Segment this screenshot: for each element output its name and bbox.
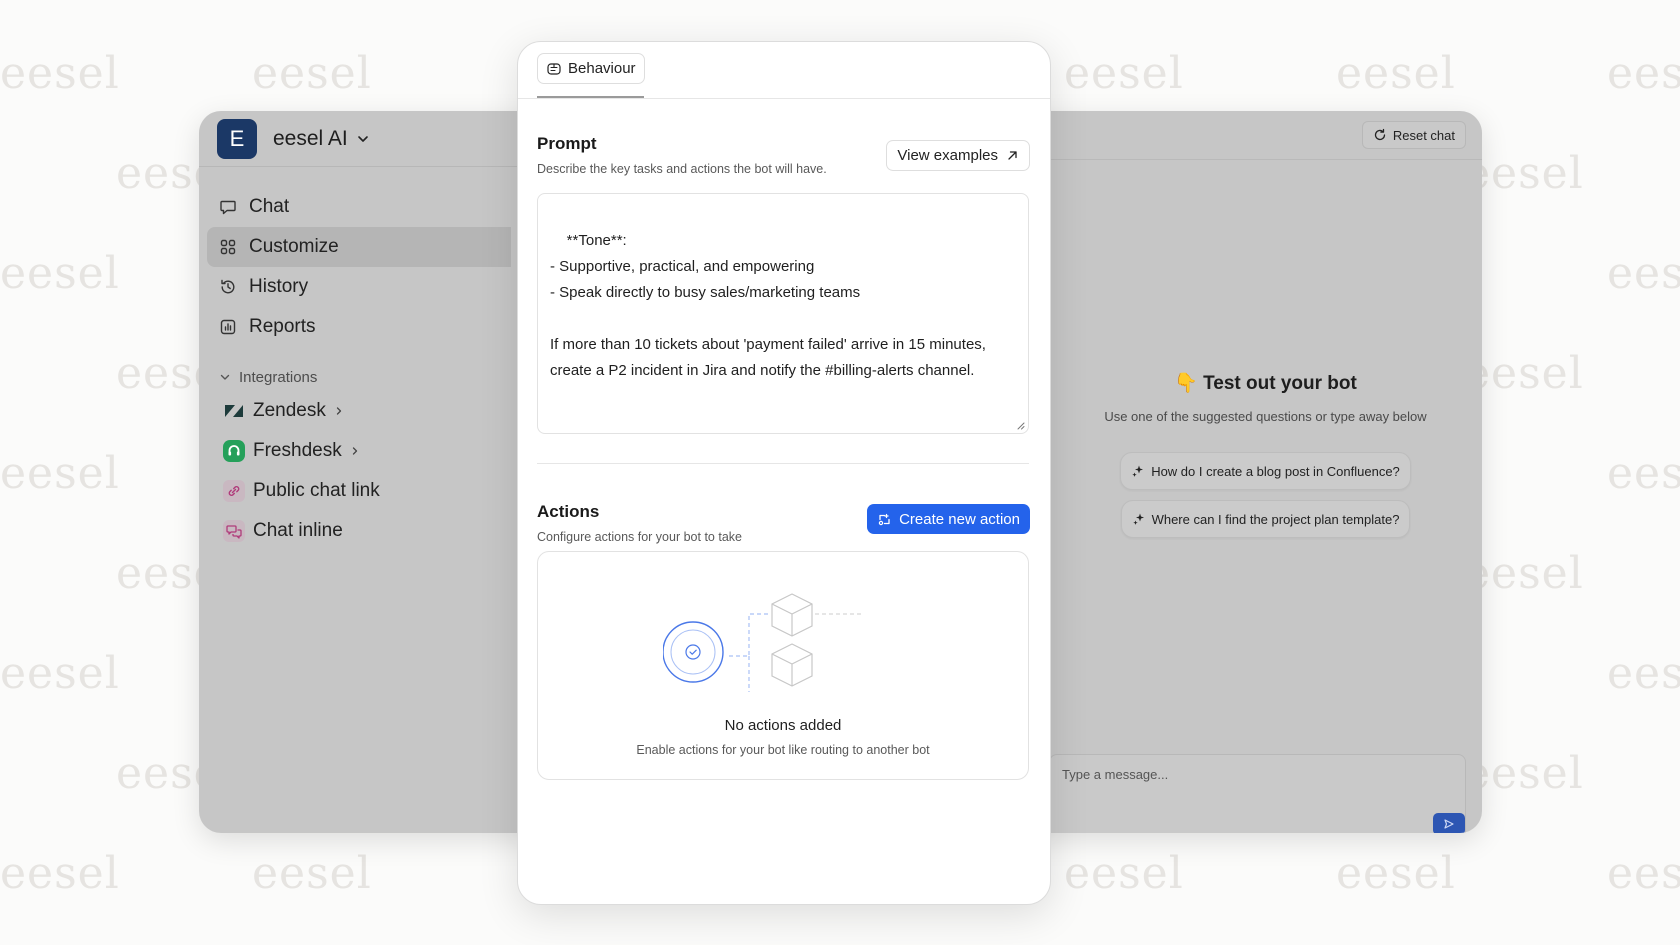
watermark: eesel xyxy=(1607,648,1680,699)
watermark: eesel xyxy=(252,848,372,899)
workspace-name: eesel AI xyxy=(273,126,348,150)
view-examples-button[interactable]: View examples xyxy=(886,140,1030,171)
chevron-down-icon xyxy=(356,132,370,146)
chat-preview-pane: Reset chat 👇 Test out your bot Use one o… xyxy=(1049,111,1482,833)
chat-header-divider xyxy=(1049,159,1482,160)
actions-empty-state: No actions added Enable actions for your… xyxy=(537,551,1029,780)
refresh-icon xyxy=(1374,128,1385,141)
integration-label: Freshdesk xyxy=(253,440,342,461)
chevron-down-icon xyxy=(220,374,230,380)
chat-bubble-icon xyxy=(219,198,237,216)
nav-item-reports[interactable]: Reports xyxy=(207,307,511,347)
sparkle-icon xyxy=(1132,465,1144,477)
sidebar: E eesel AI Chat Customize History Report… xyxy=(199,111,519,833)
tab-behaviour[interactable]: Behaviour xyxy=(537,53,645,84)
sparkle-icon xyxy=(1132,513,1144,525)
test-bot-title: 👇 Test out your bot xyxy=(1174,373,1357,394)
watermark: eesel xyxy=(1064,848,1184,899)
nav-label: Chat xyxy=(249,196,290,217)
workflow-illustration-icon xyxy=(663,593,863,692)
freshdesk-icon xyxy=(223,440,245,462)
chevron-right-icon xyxy=(336,407,342,415)
empty-state-subtitle: Enable actions for your bot like routing… xyxy=(636,743,930,757)
pointing-down-emoji-icon: 👇 xyxy=(1174,373,1198,394)
test-bot-intro: 👇 Test out your bot Use one of the sugge… xyxy=(1049,371,1482,538)
chevron-right-icon xyxy=(352,447,357,455)
prompt-textarea[interactable]: **Tone**: - Supportive, practical, and e… xyxy=(537,193,1029,434)
integration-freshdesk[interactable]: Freshdesk xyxy=(199,431,519,471)
test-bot-subtitle: Use one of the suggested questions or ty… xyxy=(1104,409,1427,424)
watermark: eesel xyxy=(0,248,120,299)
integration-label: Public chat link xyxy=(253,480,380,501)
watermark: eesel xyxy=(1336,848,1456,899)
nav-label: Customize xyxy=(249,236,339,257)
integration-label: Zendesk xyxy=(253,400,326,421)
tab-bar: Behaviour xyxy=(518,42,1050,99)
behaviour-panel: Behaviour Prompt Describe the key tasks … xyxy=(517,41,1051,905)
integration-label: Chat inline xyxy=(253,520,343,541)
reset-chat-label: Reset chat xyxy=(1392,127,1455,143)
watermark: eesel xyxy=(1064,48,1184,99)
prompt-subtitle: Describe the key tasks and actions the b… xyxy=(537,162,827,176)
message-input[interactable]: Type a message... xyxy=(1049,754,1466,833)
watermark: eesel xyxy=(1336,48,1456,99)
send-icon xyxy=(1444,819,1454,829)
integration-public-chat-link[interactable]: Public chat link xyxy=(199,471,519,511)
nav-label: History xyxy=(249,276,309,297)
action-add-icon xyxy=(878,513,890,525)
brain-icon xyxy=(547,62,561,75)
arrow-up-right-icon xyxy=(1008,151,1017,160)
send-button[interactable] xyxy=(1433,813,1465,833)
integration-chat-inline[interactable]: Chat inline xyxy=(199,511,519,551)
suggested-question[interactable]: Where can I find the project plan templa… xyxy=(1120,500,1411,538)
actions-subtitle: Configure actions for your bot to take xyxy=(537,530,742,544)
nav-item-customize[interactable]: Customize xyxy=(207,227,511,267)
active-tab-indicator xyxy=(537,96,644,98)
watermark: eesel xyxy=(1607,248,1680,299)
watermark: eesel xyxy=(0,848,120,899)
empty-state-title: No actions added xyxy=(724,717,842,734)
nav-item-history[interactable]: History xyxy=(207,267,511,307)
prompt-title: Prompt xyxy=(537,134,597,153)
tab-label: Behaviour xyxy=(568,60,636,77)
chat-inline-icon xyxy=(223,520,245,542)
reports-icon xyxy=(219,318,237,336)
integrations-toggle[interactable]: Integrations xyxy=(219,363,519,391)
resize-handle-icon[interactable] xyxy=(1015,420,1025,430)
customize-grid-icon xyxy=(219,238,237,256)
watermark: eesel xyxy=(1607,848,1680,899)
watermark: eesel xyxy=(1607,48,1680,99)
watermark: eesel xyxy=(0,648,120,699)
integration-zendesk[interactable]: Zendesk xyxy=(199,391,519,431)
watermark: eesel xyxy=(0,48,120,99)
nav-label: Reports xyxy=(249,316,316,337)
zendesk-icon xyxy=(223,400,245,422)
create-new-action-button[interactable]: Create new action xyxy=(867,504,1030,534)
workspace-logo: E xyxy=(217,118,257,159)
section-divider xyxy=(537,463,1029,464)
workspace-switcher[interactable]: E eesel AI xyxy=(199,111,519,167)
main-nav: Chat Customize History Reports xyxy=(199,167,519,347)
reset-chat-button[interactable]: Reset chat xyxy=(1361,121,1466,149)
message-input-placeholder: Type a message... xyxy=(1062,767,1169,782)
watermark: eesel xyxy=(0,448,120,499)
history-icon xyxy=(219,278,237,296)
watermark: eesel xyxy=(1607,448,1680,499)
watermark: eesel xyxy=(252,48,372,99)
integrations-label: Integrations xyxy=(239,368,318,386)
link-icon xyxy=(223,480,245,502)
nav-item-chat[interactable]: Chat xyxy=(207,187,511,227)
actions-title: Actions xyxy=(537,502,600,521)
suggested-question[interactable]: How do I create a blog post in Confluenc… xyxy=(1120,452,1411,490)
